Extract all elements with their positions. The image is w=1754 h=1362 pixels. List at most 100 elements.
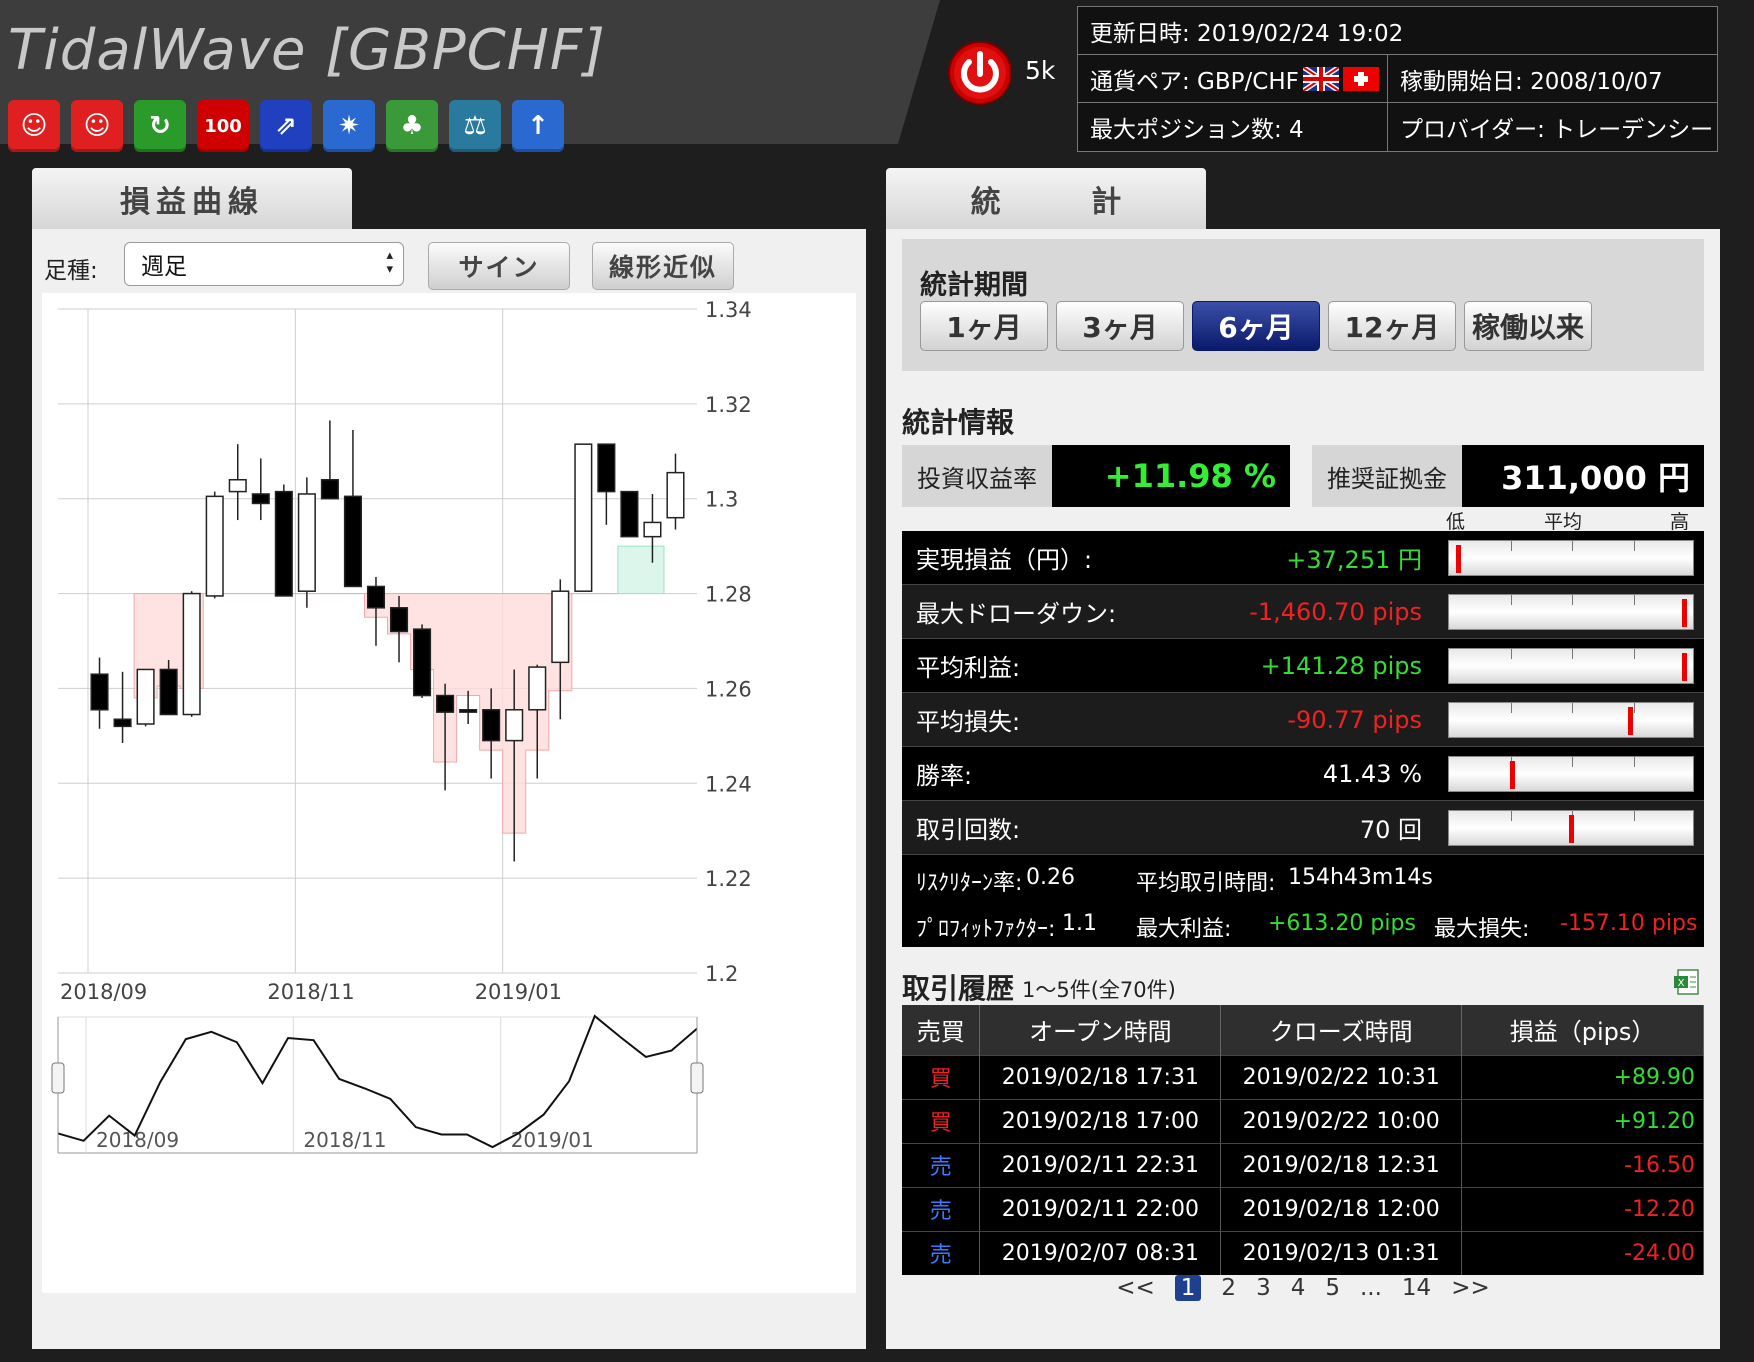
meter-tick xyxy=(1572,703,1573,713)
stat-label: 最大ドローダウン: xyxy=(916,600,1117,628)
trade-pl: -16.50 xyxy=(1461,1142,1704,1187)
history-header[interactable]: 損益（pips） xyxy=(1461,1005,1704,1055)
pager-item[interactable]: 3 xyxy=(1256,1275,1271,1301)
star-face-icon[interactable]: ☺ xyxy=(8,100,60,152)
ashi-label: 足種: xyxy=(44,258,98,284)
swirl-icon[interactable]: ↻ xyxy=(134,100,186,152)
meter-tick xyxy=(1572,541,1573,551)
trade-pl: +91.20 xyxy=(1461,1098,1704,1143)
y-tick-label: 1.2 xyxy=(705,962,738,986)
history-header[interactable]: 売買 xyxy=(902,1005,981,1055)
meter-header: 低 平均 高 xyxy=(1446,507,1689,533)
stat-value: 70 回 xyxy=(1359,816,1422,844)
candle xyxy=(205,495,224,597)
candle xyxy=(643,521,662,538)
navigator-handle-right[interactable] xyxy=(690,1062,704,1094)
stat-row: 平均利益: +141.28 pips xyxy=(902,639,1704,693)
meter-tick xyxy=(1633,703,1635,713)
table-row[interactable]: 買 2019/02/18 17:00 2019/02/22 10:00 +91.20 xyxy=(902,1098,1704,1143)
trade-side: 売 xyxy=(902,1186,981,1231)
meter-tick xyxy=(1510,595,1512,605)
linear-fit-button[interactable]: 線形近似 xyxy=(592,242,734,290)
rocket-icon[interactable]: ⇗ xyxy=(260,100,312,152)
history-title: 取引履歴 xyxy=(902,972,1015,1005)
navigator-handle-left[interactable] xyxy=(51,1062,65,1094)
stat-label: 実現損益（円）: xyxy=(916,546,1093,574)
x-tick-label: 2018/09 xyxy=(60,980,147,1004)
table-row[interactable]: 売 2019/02/11 22:00 2019/02/18 12:00 -12.20 xyxy=(902,1186,1704,1231)
table-row[interactable]: 売 2019/02/11 22:31 2019/02/18 12:31 -16.50 xyxy=(902,1142,1704,1187)
stat-value: -1,460.70 pips xyxy=(1249,597,1422,626)
history-header[interactable]: クローズ時間 xyxy=(1220,1005,1463,1055)
table-row[interactable]: 売 2019/02/07 08:31 2019/02/13 01:31 -24.00 xyxy=(902,1230,1704,1275)
tree-icon[interactable]: ♣ xyxy=(386,100,438,152)
meter-avg-label: 平均 xyxy=(1544,511,1583,533)
pager-item: ... xyxy=(1359,1275,1382,1301)
period-box: 統計期間 1ヶ月 3ヶ月 6ヶ月 12ヶ月 稼働以来 xyxy=(902,239,1704,371)
chart-panel: 足種: 週足 サイン 線形近似 1.341.321.31.281.261.241… xyxy=(32,229,866,1349)
max-profit-label: 最大利益: xyxy=(1136,917,1232,942)
pager-item[interactable]: 4 xyxy=(1291,1275,1306,1301)
pager-item[interactable]: 5 xyxy=(1325,1275,1340,1301)
candle xyxy=(274,490,293,597)
history-header[interactable]: オープン時間 xyxy=(979,1005,1222,1055)
sign-button[interactable]: サイン xyxy=(428,242,570,290)
trade-pl: -24.00 xyxy=(1461,1230,1704,1275)
stat-table: 実現損益（円）: +37,251 円最大ドローダウン: -1,460.70 pips… xyxy=(902,531,1704,947)
burst-icon[interactable]: ✷ xyxy=(323,100,375,152)
avg-time-label: 平均取引時間: xyxy=(1136,871,1276,896)
period-button-1[interactable]: 3ヶ月 xyxy=(1056,301,1184,351)
period-button-0[interactable]: 1ヶ月 xyxy=(920,301,1048,351)
pager-item[interactable]: 1 xyxy=(1174,1275,1202,1301)
history-count: 1～5件(全70件) xyxy=(1022,978,1176,1002)
y-tick-label: 1.34 xyxy=(705,298,752,322)
candle xyxy=(597,443,616,493)
trade-open-time: 2019/02/07 08:31 xyxy=(979,1230,1222,1275)
pf-value: 1.1 xyxy=(1062,911,1097,936)
currency-pair: 通貨ペア: GBP/CHF xyxy=(1078,55,1387,102)
table-row[interactable]: 買 2019/02/18 17:31 2019/02/22 10:31 +89.90 xyxy=(902,1054,1704,1099)
info-grid: 更新日時: 2019/02/24 19:02 通貨ペア: GBP/CHF 稼動開… xyxy=(1077,6,1718,152)
uk-flag-icon xyxy=(1302,66,1339,91)
pager: << 1 2 3 4 5... 14 >> xyxy=(886,1275,1720,1301)
rr-label: ﾘｽｸﾘﾀｰﾝ率: xyxy=(916,871,1023,896)
candlestick-chart[interactable]: 1.34 1.32 1.3 1.28 1.26 1.24 1.22 1.2 2018/09 201… xyxy=(42,293,856,1293)
scale-icon[interactable]: ⚖ xyxy=(449,100,501,152)
period-button-2[interactable]: 6ヶ月 xyxy=(1192,301,1320,351)
meter-tick xyxy=(1572,649,1573,659)
power-icon[interactable] xyxy=(947,40,1013,106)
pager-item[interactable]: 14 xyxy=(1402,1275,1431,1301)
trade-open-time: 2019/02/18 17:31 xyxy=(979,1054,1222,1099)
navigator-x-label: 2019/01 xyxy=(511,1128,594,1152)
pager-item[interactable]: >> xyxy=(1451,1275,1490,1301)
period-button-3[interactable]: 12ヶ月 xyxy=(1328,301,1456,351)
candle xyxy=(436,694,455,713)
smile-face-icon[interactable]: ☺ xyxy=(71,100,123,152)
ashi-select[interactable]: 週足 xyxy=(124,242,404,286)
y-tick-label: 1.32 xyxy=(705,393,752,417)
power-label: 5k xyxy=(1025,56,1056,85)
candle xyxy=(343,495,362,588)
pager-item[interactable]: << xyxy=(1116,1275,1155,1301)
excel-export-icon[interactable]: X xyxy=(1672,967,1702,997)
pager-item[interactable]: 2 xyxy=(1221,1275,1236,1301)
stat-subrow-2: ﾌﾟﾛﾌｨｯﾄﾌｧｸﾀｰ: 1.1 最大利益: +613.20 pips 最大損… xyxy=(902,901,1704,947)
page-title: TidalWave [GBPCHF] xyxy=(8,18,606,83)
arrow-up-icon[interactable]: ↑ xyxy=(512,100,564,152)
period-button-4[interactable]: 稼働以来 xyxy=(1464,301,1592,351)
hundred-icon[interactable]: 100 xyxy=(197,100,249,152)
stat-label: 平均損失: xyxy=(916,708,1021,736)
profit-area xyxy=(617,545,665,595)
trade-open-time: 2019/02/11 22:00 xyxy=(979,1186,1222,1231)
candle xyxy=(159,668,178,716)
candle xyxy=(136,668,155,725)
meter-tick xyxy=(1510,703,1512,713)
candle xyxy=(366,585,386,609)
trade-close-time: 2019/02/22 10:31 xyxy=(1220,1054,1463,1099)
tab-pl-curve[interactable]: 損益曲線 xyxy=(32,168,352,230)
avg-time-value: 154h43m14s xyxy=(1288,865,1433,890)
tab-statistics[interactable]: 統 計 xyxy=(886,168,1206,230)
meter-tick xyxy=(1633,811,1635,821)
svg-text:X: X xyxy=(1678,978,1685,989)
trade-side: 売 xyxy=(902,1230,981,1275)
